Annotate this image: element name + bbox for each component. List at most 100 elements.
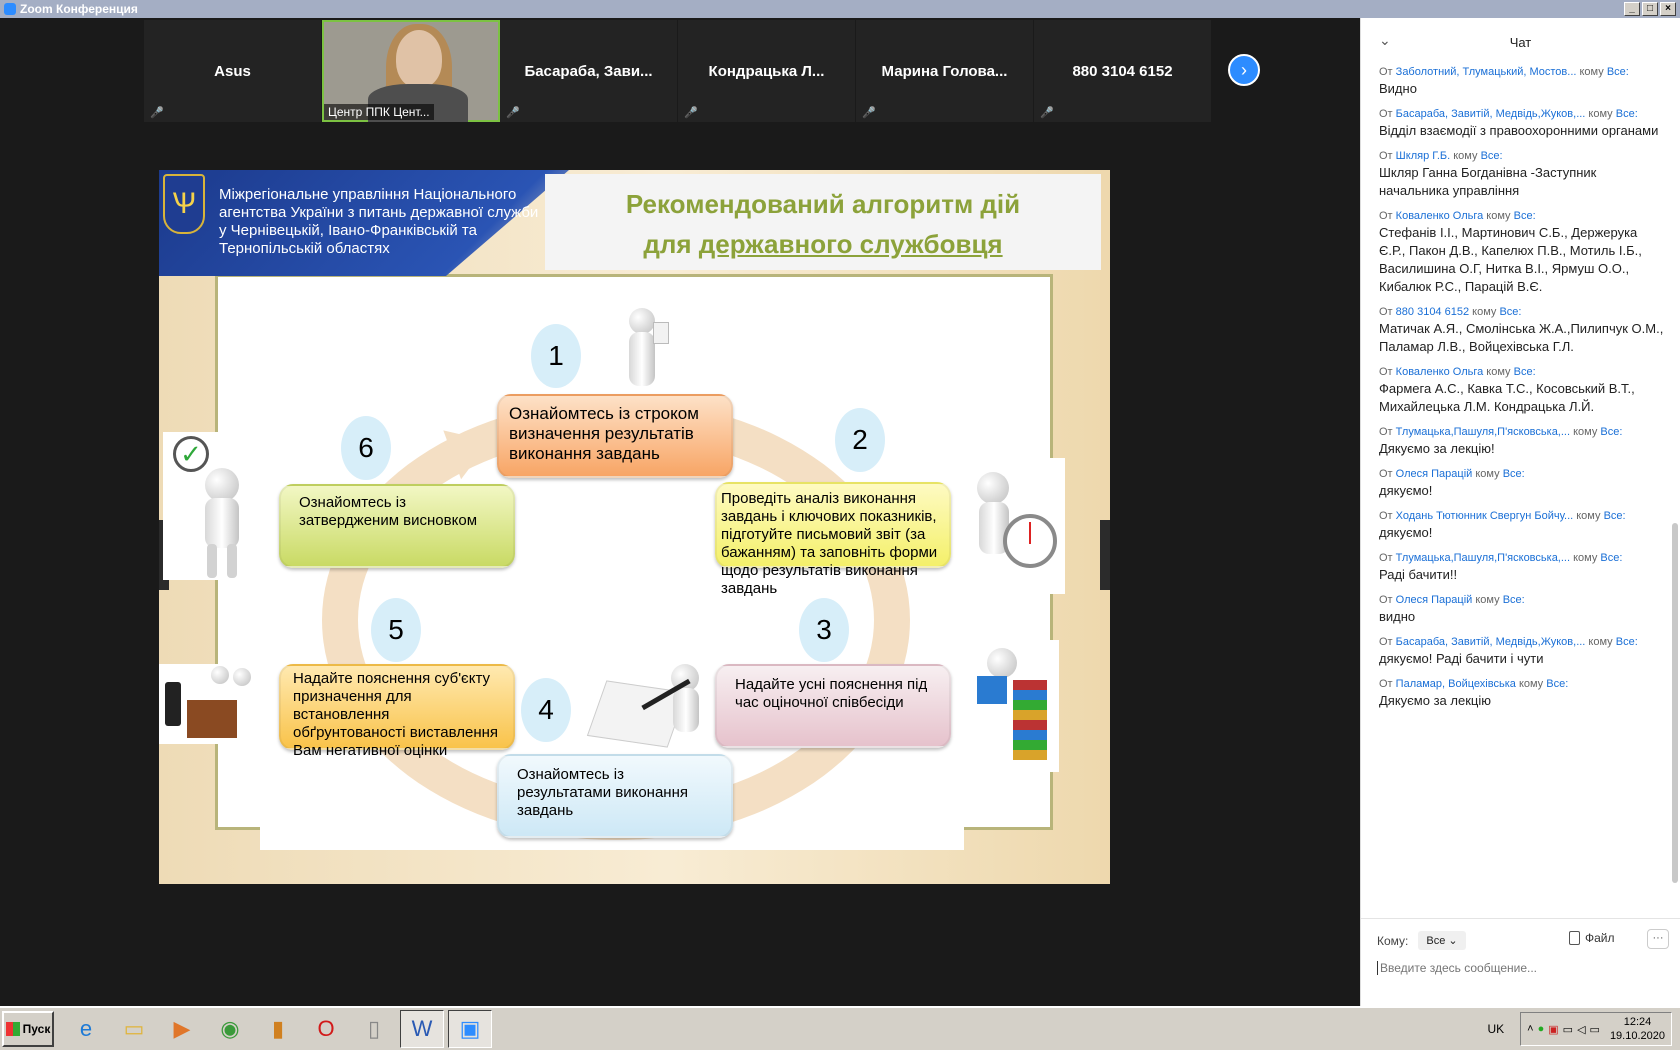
from-word: От — [1379, 150, 1393, 162]
participant-name: Марина Голова... — [881, 62, 1008, 80]
chevron-down-icon[interactable]: ⌄ — [1379, 32, 1391, 49]
desk-shape — [187, 700, 237, 738]
chat-message: От Паламар, Войцехівська кому Все: Дякуєм… — [1379, 678, 1667, 710]
chat-message: От Тлумацька,Пашуля,П'ясковська,... кому… — [1379, 552, 1667, 584]
chat-message-list[interactable]: От Заболотний, Тлумацький, Мостов... ком… — [1379, 66, 1667, 916]
participant-tile[interactable]: Кондрацька Л... 🎤 — [678, 20, 856, 122]
figure-document-picture — [599, 304, 685, 390]
slide-title: Рекомендований алгоритм дій для державно… — [545, 184, 1101, 264]
volume-icon[interactable]: ◁ — [1577, 1023, 1585, 1036]
maximize-button[interactable]: □ — [1642, 2, 1658, 16]
from-word: От — [1379, 510, 1393, 522]
to-word: кому — [1579, 66, 1604, 78]
internet-explorer-icon[interactable]: e — [64, 1010, 108, 1048]
chat-message: От Олеся Парацій кому Все: дякуємо! — [1379, 468, 1667, 500]
to-word: кому — [1518, 678, 1544, 690]
chat-message-text: Раді бачити!! — [1379, 567, 1458, 582]
participant-tile[interactable]: 880 3104 6152 🎤 — [1034, 20, 1212, 122]
security-icon[interactable]: ▣ — [1548, 1023, 1558, 1036]
sender-name[interactable]: Коваленко Ольга — [1396, 210, 1484, 222]
recipient-label: Кому: — [1377, 933, 1409, 948]
figure-torso — [205, 498, 239, 548]
meeting-stage: Asus 🎤 Центр ППК Цент... Басараба, Зави.… — [0, 18, 1360, 1006]
sender-name[interactable]: Шкляр Г.Б. — [1396, 150, 1451, 162]
display-icon[interactable]: ▭ — [1590, 1023, 1600, 1036]
sender-name[interactable]: Коваленко Ольга — [1396, 366, 1484, 378]
participant-name: 880 3104 6152 — [1072, 62, 1173, 80]
chat-message-text: Матичак А.Я., Смолінська Ж.А.,Пилипчук О… — [1379, 321, 1664, 354]
next-page-button[interactable]: › — [1228, 54, 1260, 86]
to-word: кому — [1475, 594, 1500, 606]
chat-message-meta: От Тлумацька,Пашуля,П'ясковська,... кому… — [1379, 426, 1667, 438]
system-tray: UK ˄ ● ▣ ▭ ◁ ▭ 12:24 19.10.2020 — [1487, 1010, 1680, 1048]
from-word: От — [1379, 636, 1393, 648]
title-underlined: державного службовця — [698, 229, 1003, 259]
sender-name[interactable]: Заболотний, Тлумацький, Мостов... — [1396, 66, 1577, 78]
word-icon[interactable]: W — [400, 1010, 444, 1048]
recipient-name: Все: — [1513, 210, 1536, 222]
figure-torso — [673, 688, 699, 732]
minimize-button[interactable]: _ — [1624, 2, 1640, 16]
sender-name[interactable]: Тлумацька,Пашуля,П'ясковська,... — [1396, 426, 1570, 438]
participant-tile[interactable]: Марина Голова... 🎤 — [856, 20, 1034, 122]
to-word: кому — [1588, 636, 1613, 648]
start-label: Пуск — [22, 1022, 51, 1036]
opera-icon[interactable]: O — [304, 1010, 348, 1048]
figure-books-picture — [965, 640, 1059, 772]
sender-name[interactable]: Олеся Парацій — [1396, 468, 1473, 480]
chat-message-meta: От Басараба, Завитій, Медвідь,Жуков,... … — [1379, 108, 1667, 120]
document-icon[interactable]: ▯ — [352, 1010, 396, 1048]
participant-video-tile[interactable]: Центр ППК Цент... — [322, 20, 500, 122]
close-button[interactable]: × — [1660, 2, 1676, 16]
chat-message: От Коваленко Ольга кому Все: Стефанів І.І… — [1379, 210, 1667, 296]
chat-message-meta: От Коваленко Ольга кому Все: — [1379, 210, 1667, 222]
to-word: кому — [1475, 468, 1500, 480]
chat-message: От Ходань Тютюнник Свергун Бойчу... кому… — [1379, 510, 1667, 542]
book-stack-icon — [1013, 680, 1047, 760]
sender-name[interactable]: Ходань Тютюнник Свергун Бойчу... — [1396, 510, 1574, 522]
sender-name[interactable]: Басараба, Завитій, Медвідь,Жуков,... — [1396, 108, 1586, 120]
to-word: кому — [1576, 510, 1601, 522]
clock[interactable]: 12:24 19.10.2020 — [1610, 1015, 1665, 1043]
participant-tile[interactable]: Asus 🎤 — [144, 20, 322, 122]
start-button[interactable]: Пуск — [2, 1011, 54, 1047]
chat-panel: ⌄ Чат От Заболотний, Тлумацький, Мостов.… — [1360, 18, 1680, 1006]
app-icon[interactable]: ▮ — [256, 1010, 300, 1048]
windows-logo-icon — [5, 1022, 20, 1036]
chevron-down-icon: ⌄ — [1448, 935, 1458, 947]
to-word: кому — [1472, 306, 1497, 318]
file-explorer-icon[interactable]: ▭ — [112, 1010, 156, 1048]
recipient-name: Все: — [1615, 108, 1638, 120]
sender-name[interactable]: 880 3104 6152 — [1396, 306, 1469, 318]
more-options-button[interactable]: ··· — [1647, 929, 1669, 949]
title-prefix: для — [643, 229, 699, 259]
sender-name[interactable]: Басараба, Завитій, Медвідь,Жуков,... — [1396, 636, 1586, 648]
devices-icon[interactable]: ▭ — [1563, 1023, 1573, 1036]
recipient-name: Все: — [1615, 636, 1638, 648]
chat-message-input[interactable] — [1377, 961, 1667, 975]
chat-message-text: Дякуємо за лекцію — [1379, 693, 1491, 708]
media-player-icon[interactable]: ▶ — [160, 1010, 204, 1048]
file-button[interactable]: Файл — [1569, 931, 1615, 945]
paper-shape — [653, 322, 669, 344]
chat-title: Чат — [1509, 34, 1532, 50]
figure-head — [629, 308, 655, 334]
chat-message-meta: От Заболотний, Тлумацький, Мостов... ком… — [1379, 66, 1667, 78]
sender-name[interactable]: Паламар, Войцехівська — [1396, 678, 1516, 690]
slide-title-box: Рекомендований алгоритм дій для державно… — [545, 174, 1101, 270]
zoom-icon[interactable]: ▣ — [448, 1010, 492, 1048]
chrome-icon[interactable]: ◉ — [208, 1010, 252, 1048]
chat-message: От Шкляр Г.Б. кому Все: Шкляр Ганна Богда… — [1379, 150, 1667, 200]
recipient-select[interactable]: Все ⌄ — [1418, 931, 1466, 950]
muted-mic-icon: 🎤 — [684, 107, 698, 119]
chat-message-meta: От 880 3104 6152 кому Все: — [1379, 306, 1667, 318]
figure-leg — [227, 544, 237, 578]
network-icon[interactable]: ● — [1538, 1023, 1545, 1035]
chevron-up-icon[interactable]: ˄ — [1527, 1023, 1533, 1035]
sender-name[interactable]: Олеся Парацій — [1396, 594, 1473, 606]
sender-name[interactable]: Тлумацька,Пашуля,П'ясковська,... — [1396, 552, 1570, 564]
slide-title-line2: для державного службовця — [545, 224, 1101, 264]
participant-tile[interactable]: Басараба, Зави... 🎤 — [500, 20, 678, 122]
language-indicator[interactable]: UK — [1487, 1022, 1504, 1036]
chat-scrollbar[interactable] — [1672, 523, 1678, 883]
